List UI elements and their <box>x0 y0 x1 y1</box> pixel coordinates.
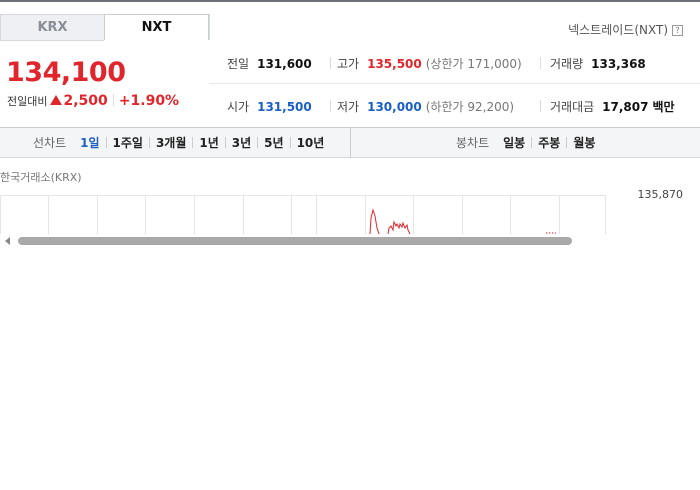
candle-monthly[interactable]: 월봉 <box>573 136 595 150</box>
tab-nxt[interactable]: NXT <box>104 14 209 40</box>
period-3y[interactable]: 3년 <box>232 136 251 150</box>
stat-prev-close: 전일 131,600 <box>227 55 312 72</box>
stat-unit: 백만 <box>652 100 675 114</box>
divider <box>105 137 107 148</box>
upper-limit-value: 171,000) <box>467 57 522 71</box>
stats-row-divider <box>209 83 700 84</box>
stat-label: 저가 <box>337 100 360 114</box>
change-percent: +1.90% <box>118 93 180 109</box>
lower-limit-label: (하한가 <box>425 100 464 114</box>
scroll-left-icon[interactable] <box>5 237 10 245</box>
period-3m[interactable]: 3개월 <box>156 136 186 150</box>
stat-value: 17,807 <box>602 100 649 114</box>
market-tabs: KRX NXT 넥스트레이드(NXT)? <box>0 14 700 41</box>
stat-value: 135,500 <box>367 57 422 71</box>
line-chart-label: 선차트 <box>33 136 67 150</box>
divider <box>531 137 533 148</box>
horizontal-scrollbar[interactable] <box>0 234 700 248</box>
change-label: 전일대비 <box>7 95 48 108</box>
nxt-link-label: 넥스트레이드(NXT) <box>568 23 668 37</box>
divider <box>540 57 541 69</box>
chart-toolbar: 선차트 1일 1주일 3개월 1년 3년 5년 10년 봉차트 일봉 주봉 월봉 <box>0 127 700 158</box>
price-line-segment <box>387 220 411 234</box>
divider <box>112 94 114 106</box>
candle-chart-periods: 봉차트 일봉 주봉 월봉 <box>456 128 595 158</box>
scroll-thumb[interactable] <box>18 237 572 245</box>
stat-label: 전일 <box>227 57 250 71</box>
divider <box>257 137 259 148</box>
divider <box>148 137 150 148</box>
stat-low: 저가 130,000 (하한가 92,200) <box>337 98 514 115</box>
up-arrow-icon <box>50 95 63 105</box>
toolbar-divider <box>350 128 351 158</box>
stat-label: 시가 <box>227 100 250 114</box>
stat-value: 131,500 <box>257 100 312 114</box>
lower-limit-value: 92,200) <box>467 100 515 114</box>
current-price: 134,100 <box>6 57 126 88</box>
stat-value: 130,000 <box>367 100 422 114</box>
period-5y[interactable]: 5년 <box>264 136 283 150</box>
stat-label: 거래량 <box>550 57 584 71</box>
line-chart-periods: 선차트 1일 1주일 3개월 1년 3년 5년 10년 <box>33 128 324 158</box>
stat-value: 131,600 <box>257 57 312 71</box>
divider <box>540 100 541 112</box>
stat-label: 거래대금 <box>550 100 595 114</box>
stat-amount: 거래대금 17,807 백만 <box>550 98 675 115</box>
price-line-segment <box>369 208 380 234</box>
stat-value: 133,368 <box>591 57 646 71</box>
candle-daily[interactable]: 일봉 <box>503 136 525 150</box>
price-change-row: 전일대비 2,500 +1.90% <box>7 93 179 109</box>
period-1d[interactable]: 1일 <box>80 136 99 150</box>
stats-grid: 전일 131,600 고가 135,500 (상한가 171,000) 거래량 133,… <box>209 41 700 127</box>
stat-high: 고가 135,500 (상한가 171,000) <box>337 55 522 72</box>
divider <box>289 137 291 148</box>
divider <box>566 137 568 148</box>
candle-weekly[interactable]: 주봉 <box>538 136 560 150</box>
divider <box>330 57 331 69</box>
price-summary: 134,100 전일대비 2,500 +1.90% <box>0 41 209 127</box>
candle-chart-label: 봉차트 <box>456 136 490 150</box>
upper-limit-label: (상한가 <box>425 57 464 71</box>
period-1w[interactable]: 1주일 <box>113 136 143 150</box>
price-chart: 한국거래소(KRX) 135,870 <box>0 158 700 234</box>
period-1y[interactable]: 1년 <box>199 136 218 150</box>
tab-divider <box>209 14 210 40</box>
help-icon[interactable]: ? <box>672 25 683 36</box>
top-border <box>0 0 700 2</box>
change-value: 2,500 <box>63 93 108 109</box>
grid-lines-vertical <box>0 195 606 234</box>
stat-open: 시가 131,500 <box>227 98 312 115</box>
stat-label: 고가 <box>337 57 360 71</box>
nxt-info-link[interactable]: 넥스트레이드(NXT)? <box>568 21 683 38</box>
tab-krx[interactable]: KRX <box>0 14 105 40</box>
divider <box>224 137 226 148</box>
stat-volume: 거래량 133,368 <box>550 55 646 72</box>
chart-canvas <box>0 195 606 234</box>
period-10y[interactable]: 10년 <box>297 136 325 150</box>
y-axis-tick: 135,870 <box>637 188 684 201</box>
divider <box>192 137 194 148</box>
divider <box>330 100 331 112</box>
